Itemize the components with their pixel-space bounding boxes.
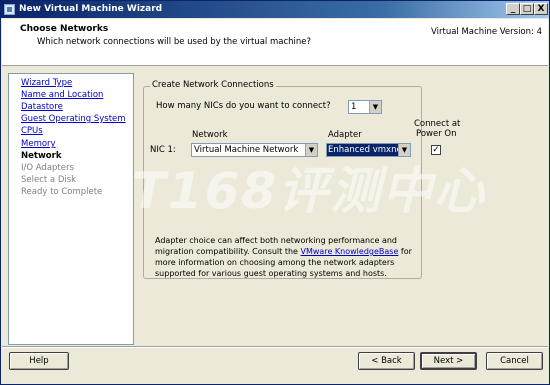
connect-column-header-line2: Power On	[416, 129, 457, 139]
nic-count-select[interactable]: 1 ▼	[348, 100, 382, 114]
step-cpus[interactable]: CPUs	[21, 126, 43, 136]
adapter-column-header: Adapter	[328, 130, 362, 140]
step-network-current: Network	[21, 151, 62, 161]
step-ready-to-complete: Ready to Complete	[21, 187, 103, 197]
step-select-disk: Select a Disk	[21, 175, 77, 185]
app-icon	[4, 4, 15, 15]
next-button[interactable]: Next >	[420, 352, 477, 370]
nic-count-label: How many NICs do you want to connect?	[156, 101, 331, 111]
cancel-button[interactable]: Cancel	[486, 352, 543, 370]
step-name-and-location[interactable]: Name and Location	[21, 90, 103, 100]
title-bar[interactable]: New Virtual Machine Wizard _ □ X	[1, 1, 549, 18]
group-legend: Create Network Connections	[150, 80, 276, 90]
back-button[interactable]: < Back	[358, 352, 415, 370]
watermark: IT168评测中心	[111, 162, 487, 220]
step-datastore[interactable]: Datastore	[21, 102, 63, 112]
chevron-down-icon: ▼	[369, 101, 381, 113]
maximize-button[interactable]: □	[520, 3, 534, 15]
step-wizard-type[interactable]: Wizard Type	[21, 78, 72, 88]
adapter-note: Adapter choice can affect both networkin…	[155, 235, 417, 279]
minimize-button[interactable]: _	[506, 3, 520, 15]
footer-divider	[2, 346, 548, 348]
step-guest-os[interactable]: Guest Operating System	[21, 114, 126, 124]
close-button[interactable]: X	[534, 3, 548, 15]
page-title: Choose Networks	[20, 24, 109, 34]
window-title: New Virtual Machine Wizard	[19, 4, 163, 14]
help-button[interactable]: Help	[9, 352, 69, 370]
page-subtitle: Which network connections will be used b…	[37, 37, 312, 47]
network-column-header: Network	[192, 130, 228, 140]
step-memory[interactable]: Memory	[21, 139, 56, 149]
nic-count-value: 1	[351, 102, 357, 112]
wizard-window: New Virtual Machine Wizard _ □ X Choose …	[0, 0, 550, 385]
vm-version-label: Virtual Machine Version: 4	[431, 27, 542, 37]
wizard-header: Choose Networks Which network connection…	[2, 19, 548, 66]
vmware-kb-link[interactable]: VMware KnowledgeBase	[301, 247, 399, 256]
connect-column-header-line1: Connect at	[414, 119, 461, 129]
step-io-adapters: I/O Adapters	[21, 163, 74, 173]
